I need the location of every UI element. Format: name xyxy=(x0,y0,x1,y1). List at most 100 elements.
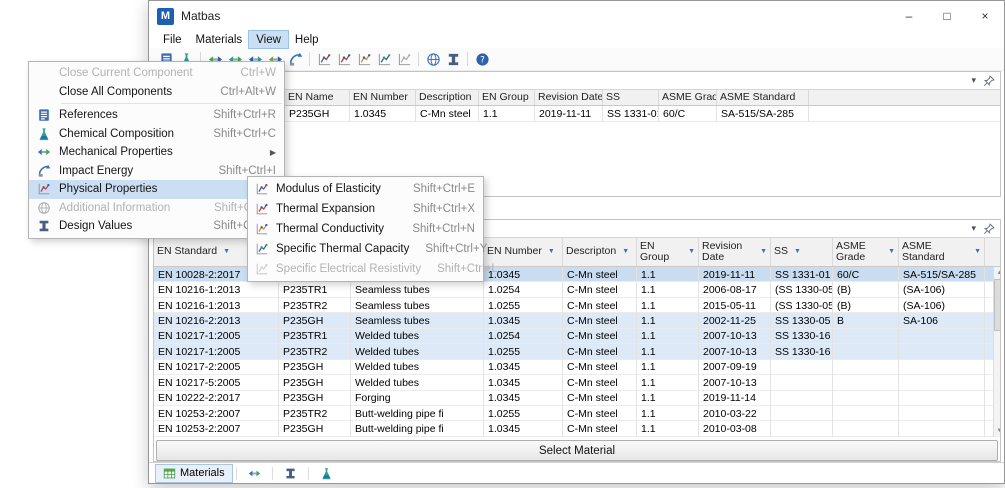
column-header-en-number[interactable]: EN Number▼ xyxy=(484,238,563,266)
column-header-description[interactable]: Description xyxy=(416,90,479,105)
maximize-button[interactable]: □ xyxy=(928,1,966,31)
cell: 1.1 xyxy=(637,282,699,297)
filter-dropdown-icon[interactable]: ▼ xyxy=(794,248,801,255)
menu-item-modulus-of-elasticity[interactable]: Modulus of ElasticityShift+Ctrl+E xyxy=(248,179,483,199)
table-row[interactable]: EN 10217-1:2005P235TR1Welded tubes1.0254… xyxy=(154,329,993,344)
filter-dropdown-icon[interactable]: ▼ xyxy=(760,248,767,255)
tab-separator xyxy=(308,467,309,480)
scroll-down-icon[interactable]: ▼ xyxy=(994,425,1000,437)
filter-dropdown-icon[interactable]: ▼ xyxy=(622,248,629,255)
close-button[interactable]: × xyxy=(966,1,1004,31)
cell: Seamless tubes xyxy=(351,313,484,328)
menu-item-references[interactable]: ReferencesShift+Ctrl+R xyxy=(29,106,284,125)
filter-dropdown-icon[interactable]: ▼ xyxy=(974,248,981,255)
cell: 1.0254 xyxy=(484,329,563,344)
tab-materials[interactable]: Materials xyxy=(156,465,232,482)
column-header-asme-grade[interactable]: ASME Grade▼ xyxy=(833,238,899,266)
table-row[interactable]: EN 10216-1:2013P235TR1Seamless tubes1.02… xyxy=(154,282,993,297)
column-header-en-name[interactable]: EN Name xyxy=(285,90,350,105)
pin-icon[interactable] xyxy=(983,223,995,235)
cell: 1.1 xyxy=(637,391,699,406)
tab-mechanical-properties[interactable] xyxy=(241,465,268,482)
filter-dropdown-icon[interactable]: ▼ xyxy=(888,248,895,255)
toolbar-button-help-icon[interactable]: ? xyxy=(473,50,491,68)
column-header-en-group[interactable]: EN Group xyxy=(479,90,535,105)
menu-item-mechanical-properties[interactable]: Mechanical Properties▶ xyxy=(29,143,284,162)
menu-item-close-all-components[interactable]: Close All ComponentsCtrl+Alt+W xyxy=(29,83,284,102)
cell xyxy=(899,344,985,359)
table-row[interactable]: EN 10217-1:2005P235TR2Welded tubes1.0255… xyxy=(154,344,993,359)
cell: C-Mn steel xyxy=(563,282,637,297)
toolbar-button-specific-thermal-capacity-icon[interactable] xyxy=(375,50,393,68)
menu-icon-gutter xyxy=(29,127,59,141)
toolbar-button-impact-energy-icon[interactable] xyxy=(286,50,304,68)
panel-menu-button[interactable]: ▾ xyxy=(971,76,976,85)
column-header-descripton[interactable]: Descripton▼ xyxy=(563,238,637,266)
cell: 2019-11-11 xyxy=(699,267,771,282)
pin-icon[interactable] xyxy=(983,75,995,87)
filter-dropdown-icon[interactable]: ▼ xyxy=(688,248,695,255)
menu-item-label: Close All Components xyxy=(59,86,172,98)
chemical-composition-icon xyxy=(37,127,51,141)
cell xyxy=(833,391,899,406)
scroll-up-icon[interactable]: ▲ xyxy=(994,267,1000,279)
thermal-expansion-icon xyxy=(337,52,352,67)
menu-file[interactable]: File xyxy=(156,31,189,48)
column-header-asme-standard[interactable]: ASME Standard▼ xyxy=(899,238,985,266)
menu-item-thermal-expansion[interactable]: Thermal ExpansionShift+Ctrl+X xyxy=(248,199,483,219)
cell: P235TR1 xyxy=(279,329,351,344)
table-row[interactable]: EN 10253-2:2007P235TR2Butt-welding pipe … xyxy=(154,406,993,421)
toolbar-button-design-values-icon[interactable] xyxy=(444,50,462,68)
cell: Seamless tubes xyxy=(351,298,484,313)
tab-design-values[interactable] xyxy=(277,465,304,482)
scrollbar-thumb[interactable] xyxy=(994,279,1000,331)
toolbar-button-additional-information-icon[interactable] xyxy=(424,50,442,68)
column-header-ss[interactable]: SS xyxy=(603,90,659,105)
menu-shortcut: Shift+Ctrl+Y xyxy=(409,243,487,255)
cell: 2007-10-13 xyxy=(699,344,771,359)
column-header-revision-date[interactable]: Revision Date▼ xyxy=(699,238,771,266)
tab-chemical-composition[interactable] xyxy=(313,465,340,482)
panel-menu-button[interactable]: ▾ xyxy=(971,224,976,233)
table-row[interactable]: EN 10253-2:2007P235GHButt-welding pipe f… xyxy=(154,421,993,436)
column-header-asme-standard[interactable]: ASME Standard xyxy=(717,90,809,105)
menu-shortcut: Shift+Ctrl+E xyxy=(397,183,475,195)
filter-dropdown-icon[interactable]: ▼ xyxy=(548,248,555,255)
menu-view[interactable]: View xyxy=(249,31,288,48)
table-row[interactable]: EN 10217-5:2005P235GHWelded tubes1.0345C… xyxy=(154,375,993,390)
minimize-button[interactable]: – xyxy=(890,1,928,31)
toolbar-button-modulus-of-elasticity-icon[interactable] xyxy=(315,50,333,68)
menu-item-label: Additional Information xyxy=(59,202,170,214)
menu-icon-gutter xyxy=(248,182,276,196)
table-row[interactable]: EN 10216-1:2013P235TR2Seamless tubes1.02… xyxy=(154,298,993,313)
menu-item-design-values[interactable]: Design ValuesShift+Ctrl+D xyxy=(29,217,284,236)
menu-item-specific-thermal-capacity[interactable]: Specific Thermal CapacityShift+Ctrl+Y xyxy=(248,239,483,259)
cell: P235GH xyxy=(285,106,350,122)
vertical-scrollbar[interactable]: ▲ ▼ xyxy=(993,267,1000,437)
cell: C-Mn steel xyxy=(563,267,637,282)
menu-item-physical-properties[interactable]: Physical Properties▶ xyxy=(29,180,284,199)
select-material-button[interactable]: Select Material xyxy=(156,440,998,461)
menu-materials[interactable]: Materials xyxy=(189,31,250,48)
app-logo-icon: M xyxy=(157,8,174,25)
cell: 1.1 xyxy=(637,298,699,313)
column-label: EN Standard xyxy=(157,246,217,257)
menu-item-thermal-conductivity[interactable]: Thermal ConductivityShift+Ctrl+N xyxy=(248,219,483,239)
column-header-revision-date[interactable]: Revision Date xyxy=(535,90,603,105)
cell: SS 1330-05 xyxy=(771,313,833,328)
toolbar-button-thermal-expansion-icon[interactable] xyxy=(335,50,353,68)
menu-item-chemical-composition[interactable]: Chemical CompositionShift+Ctrl+C xyxy=(29,125,284,144)
column-header-en-number[interactable]: EN Number xyxy=(350,90,416,105)
table-row[interactable]: EN 10216-2:2013P235GHSeamless tubes1.034… xyxy=(154,313,993,328)
menu-item-impact-energy[interactable]: Impact EnergyShift+Ctrl+I xyxy=(29,162,284,181)
toolbar-button-thermal-conductivity-icon[interactable] xyxy=(355,50,373,68)
menu-help[interactable]: Help xyxy=(288,31,326,48)
filter-dropdown-icon[interactable]: ▼ xyxy=(223,248,230,255)
column-header-asme-grade[interactable]: ASME Grade xyxy=(659,90,717,105)
column-header-en-group[interactable]: EN Group▼ xyxy=(637,238,699,266)
toolbar-button-specific-electrical-resistivity-icon[interactable] xyxy=(395,50,413,68)
thermal-conductivity-icon xyxy=(357,52,372,67)
table-row[interactable]: EN 10217-2:2005P235GHWelded tubes1.0345C… xyxy=(154,360,993,375)
table-row[interactable]: EN 10222-2:2017P235GHForging1.0345C-Mn s… xyxy=(154,391,993,406)
column-header-ss[interactable]: SS▼ xyxy=(771,238,833,266)
